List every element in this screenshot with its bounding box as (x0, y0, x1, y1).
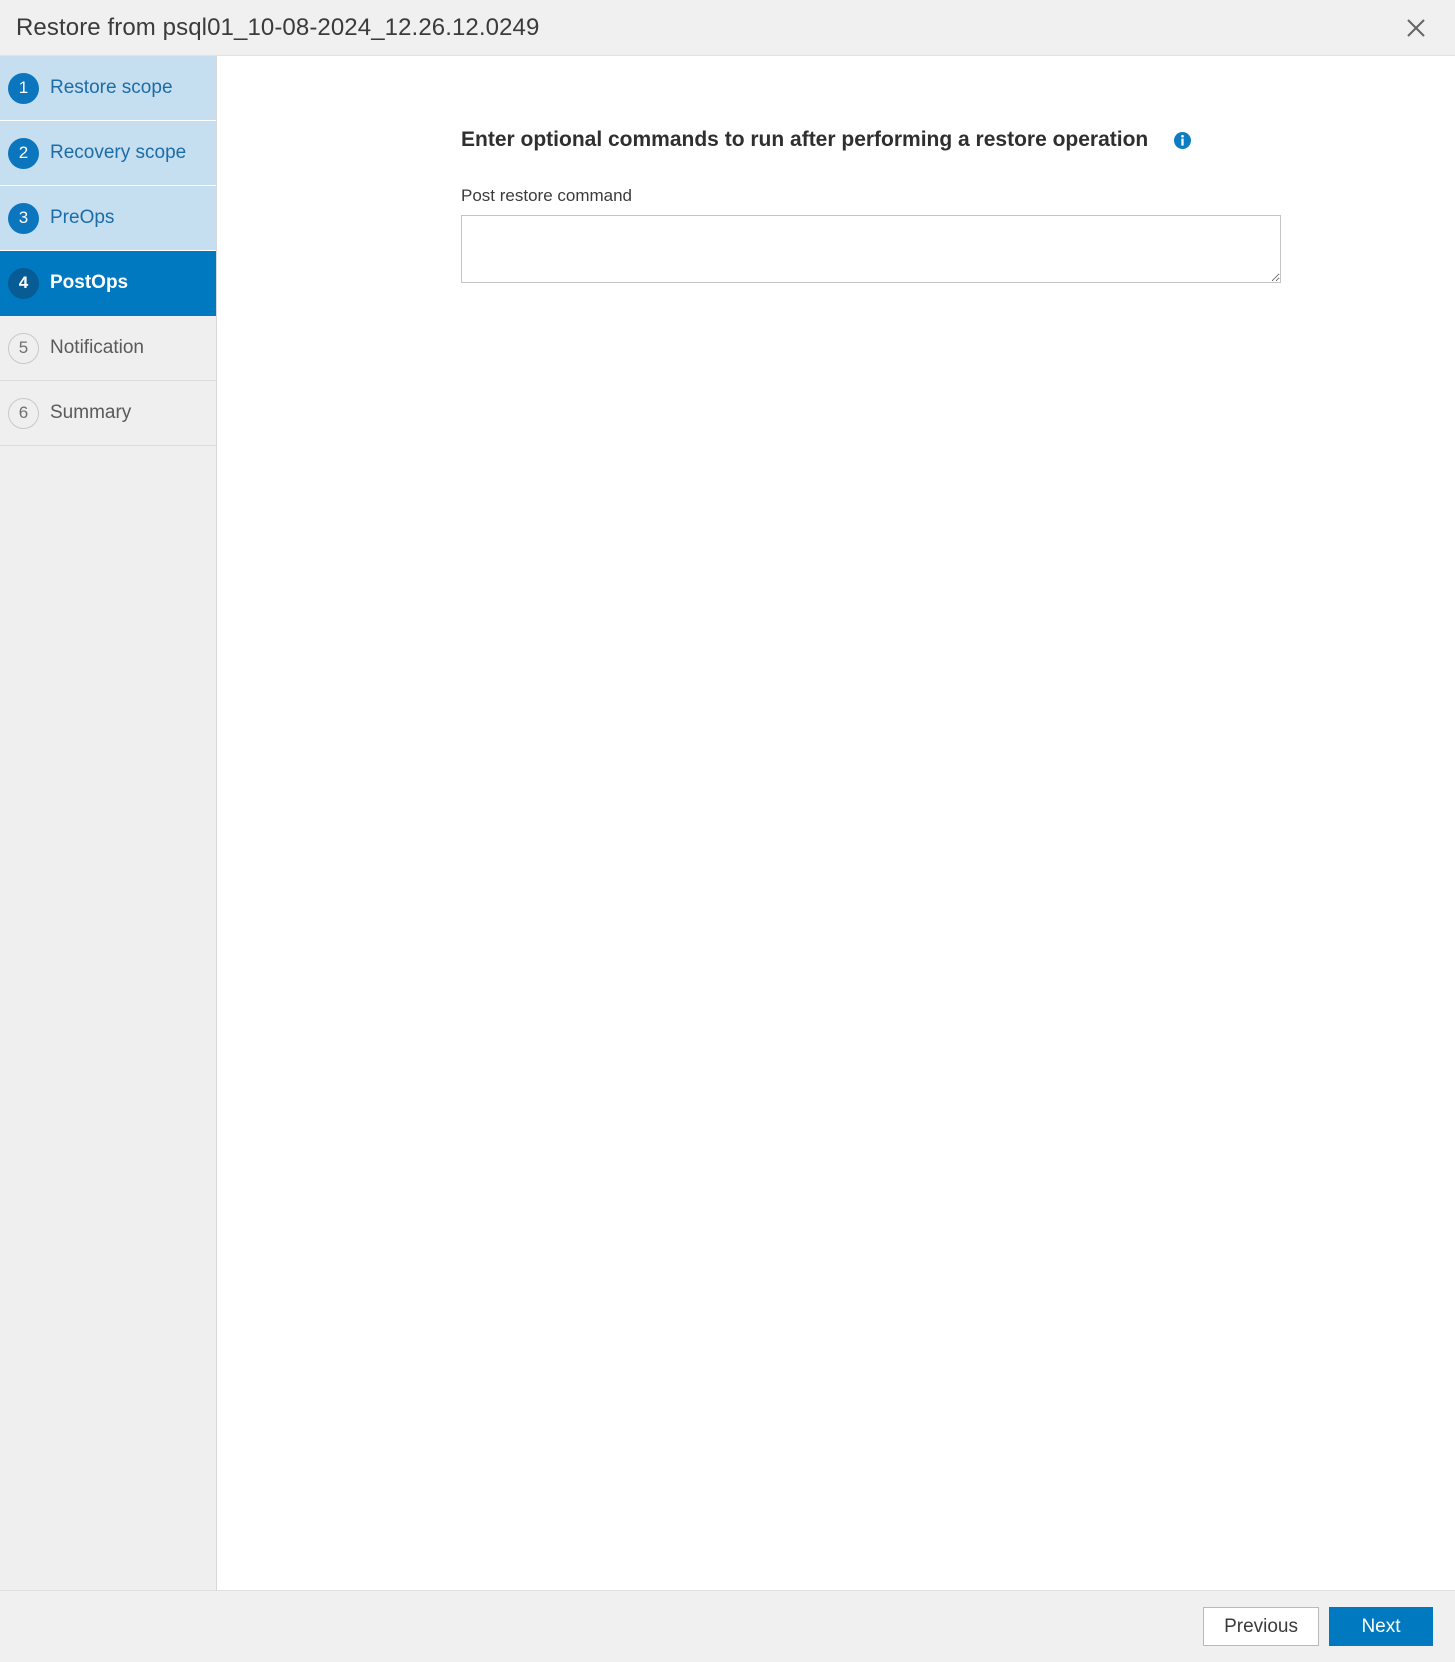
step-number-badge: 3 (8, 202, 39, 234)
close-button[interactable] (1399, 11, 1433, 45)
sidebar-item-label: PostOps (50, 272, 129, 293)
step-number-badge: 1 (8, 72, 39, 104)
wizard-step-sidebar: 1 Restore scope 2 Recovery scope 3 PreOp… (0, 56, 217, 1590)
section-heading: Enter optional commands to run after per… (461, 128, 1455, 152)
dialog-titlebar: Restore from psql01_10-08-2024_12.26.12.… (0, 0, 1455, 56)
sidebar-filler (0, 446, 216, 1590)
post-restore-command-input[interactable] (461, 215, 1281, 283)
sidebar-item-label: Restore scope (50, 77, 173, 98)
sidebar-item-summary[interactable]: 6 Summary (0, 381, 216, 446)
sidebar-item-preops[interactable]: 3 PreOps (0, 186, 216, 251)
previous-button[interactable]: Previous (1203, 1607, 1319, 1646)
postops-panel: Enter optional commands to run after per… (217, 56, 1455, 1590)
dialog-body: 1 Restore scope 2 Recovery scope 3 PreOp… (0, 56, 1455, 1590)
sidebar-item-label: Recovery scope (50, 142, 187, 163)
step-number-badge: 4 (8, 267, 39, 299)
sidebar-item-label: PreOps (50, 207, 115, 228)
sidebar-item-notification[interactable]: 5 Notification (0, 316, 216, 381)
step-number-badge: 5 (8, 332, 39, 364)
close-icon (1405, 17, 1427, 39)
post-restore-command-label: Post restore command (461, 186, 633, 205)
dialog-footer: Previous Next (0, 1590, 1455, 1662)
info-icon[interactable] (1174, 131, 1192, 149)
next-button[interactable]: Next (1329, 1607, 1433, 1646)
restore-wizard-dialog: Restore from psql01_10-08-2024_12.26.12.… (0, 0, 1455, 1662)
dialog-title: Restore from psql01_10-08-2024_12.26.12.… (16, 13, 540, 41)
step-number-badge: 2 (8, 137, 39, 169)
sidebar-item-restore-scope[interactable]: 1 Restore scope (0, 56, 216, 121)
sidebar-item-label: Summary (50, 402, 132, 423)
sidebar-item-label: Notification (50, 337, 144, 358)
step-number-badge: 6 (8, 397, 39, 429)
sidebar-item-postops[interactable]: 4 PostOps (0, 251, 216, 316)
sidebar-item-recovery-scope[interactable]: 2 Recovery scope (0, 121, 216, 186)
page-title: Enter optional commands to run after per… (461, 128, 1149, 151)
